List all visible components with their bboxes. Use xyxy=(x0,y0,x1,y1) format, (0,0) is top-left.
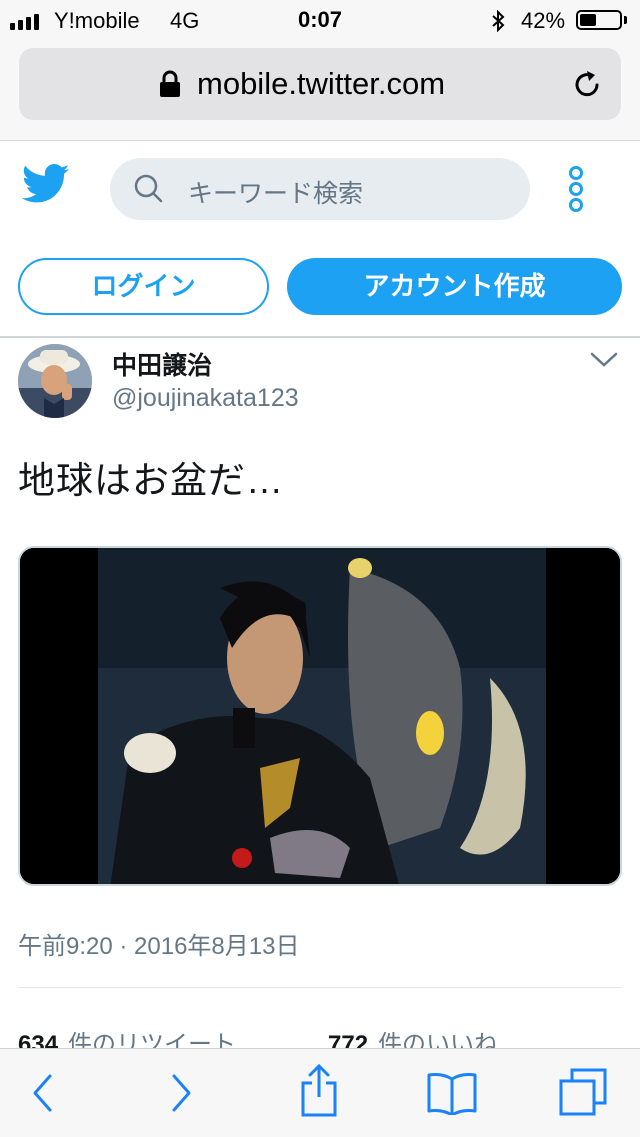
login-button[interactable]: ログイン xyxy=(18,258,269,315)
status-bar: Y!mobile 4G 0:07 42% xyxy=(0,0,640,40)
back-icon[interactable] xyxy=(30,1073,54,1113)
tweet-media-image[interactable] xyxy=(18,546,622,886)
battery-level xyxy=(580,14,596,26)
battery-icon xyxy=(576,10,622,30)
share-icon[interactable] xyxy=(298,1063,340,1119)
browser-toolbar xyxy=(0,1048,640,1137)
username[interactable]: @joujinakata123 xyxy=(112,384,299,413)
tweet-text: 地球はお盆だ… xyxy=(18,460,284,501)
search-icon xyxy=(134,174,163,203)
twitter-bird-icon[interactable] xyxy=(22,164,70,204)
tabs-icon[interactable] xyxy=(558,1067,608,1117)
search-placeholder: キーワード検索 xyxy=(188,180,364,208)
header-divider xyxy=(0,336,640,338)
avatar[interactable] xyxy=(18,344,92,418)
chevron-down-icon[interactable] xyxy=(590,352,618,368)
bookmarks-icon[interactable] xyxy=(426,1071,478,1115)
battery-percentage: 42% xyxy=(521,8,566,33)
url-text[interactable]: mobile.twitter.com xyxy=(197,66,445,102)
browser-address-area: mobile.twitter.com xyxy=(0,40,640,141)
avatar-image xyxy=(18,344,92,418)
battery-tip xyxy=(624,16,627,24)
reload-icon[interactable] xyxy=(571,68,603,100)
more-vertical-icon[interactable] xyxy=(566,166,586,212)
forward-icon[interactable] xyxy=(170,1073,194,1113)
display-name[interactable]: 中田譲治 xyxy=(112,346,212,382)
tweet-timestamp: 午前9:20 · 2016年8月13日 xyxy=(18,933,300,960)
stats-divider xyxy=(18,987,622,988)
search-input[interactable]: キーワード検索 xyxy=(110,158,530,220)
bluetooth-icon xyxy=(492,10,505,32)
lock-icon xyxy=(160,70,180,97)
media-still xyxy=(20,548,620,884)
address-bar[interactable]: mobile.twitter.com xyxy=(19,48,621,120)
signup-button[interactable]: アカウント作成 xyxy=(287,258,622,315)
